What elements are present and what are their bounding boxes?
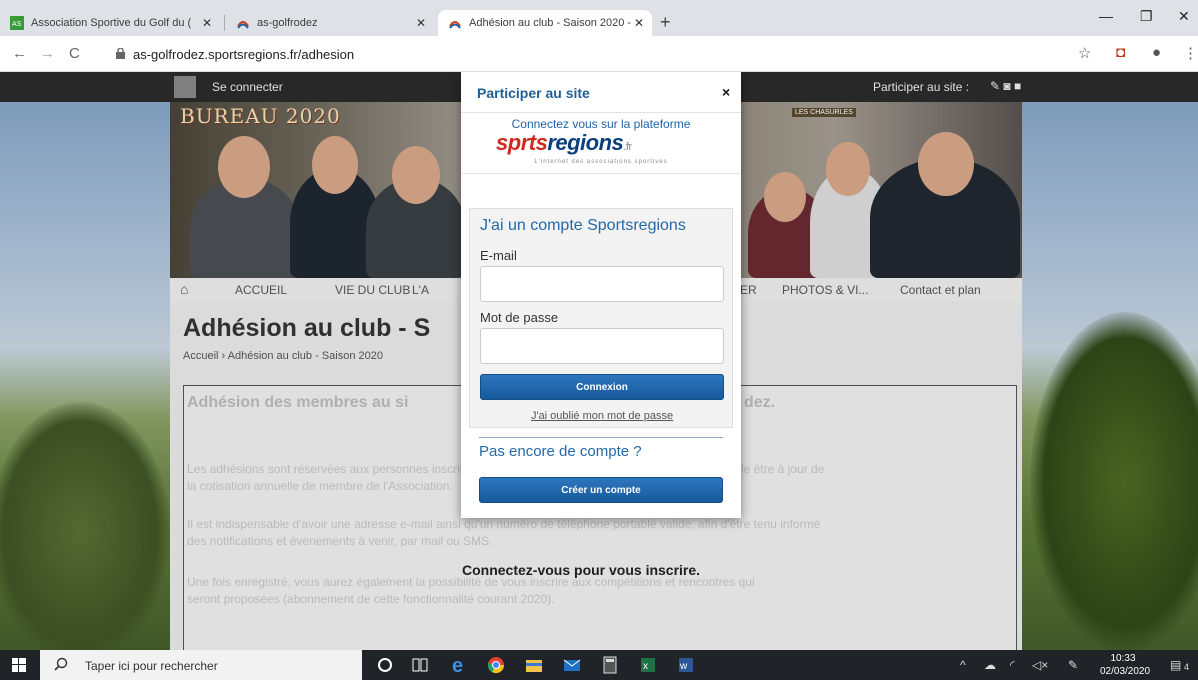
tab-title: Association Sportive du Golf du ( (31, 17, 192, 29)
password-field[interactable] (480, 328, 724, 364)
taskbar-search-box[interactable]: Taper ici pour rechercher (40, 650, 362, 680)
tab-close-icon[interactable]: ✕ (634, 16, 644, 30)
excel-icon[interactable]: x (638, 655, 658, 675)
notification-count: 4 (1184, 662, 1190, 672)
back-arrow-icon[interactable]: ← (12, 45, 27, 62)
svg-text:AS: AS (12, 21, 22, 28)
clock-time: 10:33 (1110, 653, 1136, 664)
tab-association-sportive[interactable]: AS Association Sportive du Golf du ( ✕ (0, 10, 220, 36)
wifi-icon[interactable]: ◜ (1010, 658, 1015, 672)
svg-text:w: w (679, 661, 688, 672)
system-clock[interactable]: 10:33 02/03/2020 (1100, 652, 1151, 678)
password-label: Mot de passe (480, 310, 559, 325)
profile-icon[interactable]: ● (1152, 44, 1161, 61)
participate-modal: Participer au site × Connectez vous sur … (461, 72, 741, 518)
reload-icon[interactable]: C (69, 45, 80, 62)
calculator-icon[interactable] (600, 655, 620, 675)
email-label: E-mail (480, 248, 517, 263)
minimize-icon[interactable]: — (1099, 8, 1113, 24)
mail-icon[interactable] (562, 655, 582, 675)
url-bar[interactable]: as-golfrodez.sportsregions.fr/adhesion (133, 47, 354, 62)
modal-header: Participer au site × (461, 72, 741, 113)
email-field[interactable] (480, 266, 724, 302)
tab-title: Adhésion au club - Saison 2020 - (469, 17, 632, 29)
tab-adhesion-active[interactable]: Adhésion au club - Saison 2020 - ✕ (438, 10, 652, 36)
forward-arrow-icon[interactable]: → (40, 45, 55, 62)
windows-start-icon[interactable] (12, 658, 26, 672)
login-button[interactable]: Connexion (480, 374, 724, 400)
divider (461, 173, 741, 174)
search-icon (54, 657, 68, 671)
browser-toolbar: ← → C as-golfrodez.sportsregions.fr/adhe… (0, 36, 1198, 72)
login-panel: J'ai un compte Sportsregions E-mail Mot … (469, 208, 733, 428)
web-page: Se connecter Participer au site : ✎ ◙ ■ … (0, 72, 1198, 650)
volume-muted-icon[interactable]: ◁× (1032, 658, 1048, 672)
tab-separator (224, 15, 225, 31)
tab-as-golfrodez[interactable]: as-golfrodez ✕ (226, 10, 434, 36)
svg-text:e: e (452, 655, 463, 675)
windows-taskbar: Taper ici pour rechercher e x w ^ ☁ ◜ ◁×… (0, 650, 1198, 680)
browser-tab-strip: AS Association Sportive du Golf du ( ✕ a… (0, 0, 1198, 36)
sportsregions-logo: sprtsregions.fr (496, 130, 632, 155)
pen-icon[interactable]: ✎ (1068, 658, 1078, 672)
forgot-password-link[interactable]: J'ai oublié mon mot de passe (480, 410, 724, 422)
show-hidden-icons-chevron-icon[interactable]: ^ (960, 658, 966, 672)
create-account-button[interactable]: Créer un compte (479, 477, 723, 503)
edge-icon[interactable]: e (450, 655, 470, 675)
search-input[interactable]: Taper ici pour rechercher (85, 659, 218, 673)
sportsregions-favicon-icon (449, 21, 461, 29)
as-golf-favicon-icon: AS (10, 16, 24, 30)
word-icon[interactable]: w (676, 655, 696, 675)
tab-title: as-golfrodez (257, 17, 318, 29)
bookmark-star-icon[interactable]: ☆ (1078, 44, 1091, 62)
no-account-heading: Pas encore de compte ? (479, 443, 642, 460)
svg-text:x: x (643, 661, 648, 672)
cortana-icon[interactable] (375, 655, 395, 675)
onedrive-cloud-icon[interactable]: ☁ (984, 658, 996, 672)
notifications-icon[interactable]: ▤ (1170, 658, 1181, 672)
divider (479, 437, 723, 438)
account-title: J'ai un compte Sportsregions (480, 217, 686, 234)
brand-tagline: L'internet des associations sportives (534, 159, 668, 165)
tab-close-icon[interactable]: ✕ (202, 16, 212, 30)
sportsregions-favicon-icon (237, 21, 249, 29)
menu-dots-icon[interactable]: ⋮ (1183, 44, 1198, 62)
chrome-icon[interactable] (486, 655, 506, 675)
modal-title: Participer au site (477, 85, 590, 101)
new-tab-plus-icon[interactable]: + (660, 13, 671, 31)
close-window-icon[interactable]: ✕ (1178, 8, 1190, 25)
file-explorer-icon[interactable] (524, 655, 544, 675)
restore-icon[interactable]: ❐ (1140, 8, 1153, 25)
extension-shield-icon[interactable]: ◘ (1116, 44, 1125, 61)
task-view-icon[interactable] (410, 655, 430, 675)
clock-date: 02/03/2020 (1100, 666, 1151, 677)
lock-icon (116, 48, 125, 59)
tab-close-icon[interactable]: ✕ (416, 16, 426, 30)
close-icon[interactable]: × (722, 84, 730, 100)
platform-text: Connectez vous sur la plateforme (511, 117, 691, 131)
